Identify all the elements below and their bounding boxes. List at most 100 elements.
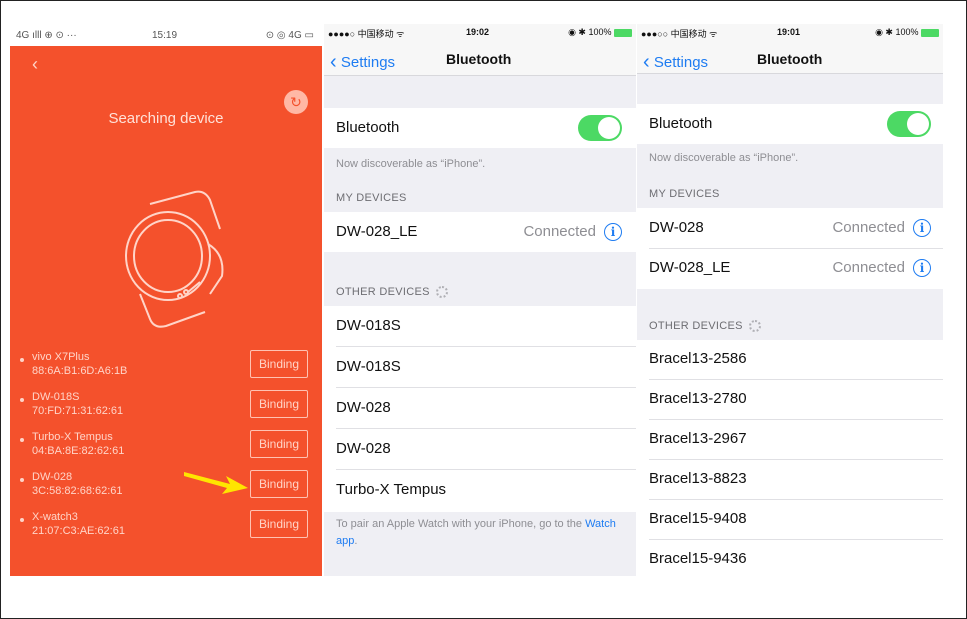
other-devices-header: OTHER DEVICES [336, 286, 448, 299]
other-device-row[interactable]: DW-028 [336, 399, 391, 416]
loading-spinner-icon [435, 286, 448, 299]
info-icon[interactable]: i [913, 259, 931, 277]
bluetooth-toggle[interactable] [578, 115, 622, 141]
bluetooth-toggle[interactable] [887, 111, 931, 137]
separator [336, 469, 636, 470]
device-row: Turbo-X Tempus 04:BA:8E:82:62:61 Binding [10, 430, 322, 466]
device-mac: 88:6A:B1:6D:A6:1B [32, 365, 128, 377]
other-devices-header: OTHER DEVICES [649, 320, 761, 333]
battery-icon [921, 28, 939, 37]
device-mac: 04:BA:8E:82:62:61 [32, 445, 125, 457]
yellow-arrow-icon [184, 472, 248, 494]
device-name: X-watch3 [32, 511, 78, 523]
bullet-icon [20, 398, 24, 402]
my-devices-header: MY DEVICES [649, 188, 720, 200]
status-battery: ◉ ✱ 100% [875, 27, 939, 38]
discoverable-note: Now discoverable as “iPhone”. [649, 152, 799, 164]
ios-bluetooth-screen-2: ●●●○○ 中国移动 ᯤ 19:01 ◉ ✱ 100% ‹ Settings B… [637, 24, 943, 576]
navigation-bar: ‹ Settings Bluetooth [324, 42, 636, 76]
other-devices-label: OTHER DEVICES [336, 286, 430, 298]
bullet-icon [20, 438, 24, 442]
bullet-icon [20, 518, 24, 522]
bullet-icon [20, 358, 24, 362]
status-bar: ●●●○○ 中国移动 ᯤ 19:01 ◉ ✱ 100% [637, 24, 943, 42]
battery-text: ◉ ✱ 100% [875, 27, 919, 37]
device-mac: 3C:58:82:68:62:61 [32, 485, 123, 497]
device-row: DW-018S 70:FD:71:31:62:61 Binding [10, 390, 322, 426]
footer-end: . [354, 535, 358, 547]
binding-button[interactable]: Binding [250, 510, 308, 538]
page-title: Searching device [108, 110, 224, 127]
device-row: X-watch3 21:07:C3:AE:62:61 Binding [10, 510, 322, 546]
status-left: 4G ılll ⊕ ⊙ ··· [16, 30, 77, 41]
my-device-row[interactable]: DW-028_LE Connected i [324, 212, 636, 252]
other-devices-list: Bracel13-2586 Bracel13-2780 Bracel13-296… [637, 340, 943, 576]
binding-button[interactable]: Binding [250, 430, 308, 458]
back-label: Settings [653, 54, 709, 71]
binding-button[interactable]: Binding [250, 470, 308, 498]
binding-button[interactable]: Binding [250, 350, 308, 378]
discoverable-note: Now discoverable as “iPhone”. [336, 158, 486, 170]
smartwatch-icon [125, 190, 224, 328]
status-carrier: ●●●●○ 中国移动 ᯤ [328, 29, 405, 39]
device-name: Turbo-X Tempus [32, 431, 113, 443]
other-device-row[interactable]: Bracel13-8823 [649, 470, 747, 487]
status-right: ⊙ ◎ 4G ▭ [265, 30, 314, 41]
navigation-bar: ‹ Settings Bluetooth [637, 42, 943, 74]
back-label: Settings [340, 54, 396, 71]
bluetooth-label: Bluetooth [649, 115, 713, 132]
status-time: 15:19 [152, 30, 178, 41]
other-device-row[interactable]: Bracel15-9436 [649, 550, 747, 567]
status-carrier: ●●●○○ 中国移动 ᯤ [641, 29, 718, 39]
watch-pairing-note: To pair an Apple Watch with your iPhone,… [336, 516, 618, 550]
other-devices-label: OTHER DEVICES [649, 320, 743, 332]
chevron-left-icon: ‹ [330, 51, 337, 73]
separator [336, 428, 636, 429]
status-battery: ◉ ✱ 100% [568, 27, 632, 38]
device-name: DW-028 [32, 471, 73, 483]
chevron-left-icon: ‹ [643, 51, 650, 73]
my-devices-header: MY DEVICES [336, 192, 407, 204]
device-status: Connected [523, 223, 596, 240]
settings-back-button[interactable]: ‹ Settings [643, 50, 708, 73]
toggle-knob [598, 117, 620, 139]
binding-button[interactable]: Binding [250, 390, 308, 418]
separator [336, 346, 636, 347]
separator [336, 387, 636, 388]
other-device-row[interactable]: DW-018S [336, 358, 401, 375]
separator [649, 499, 943, 500]
other-device-row[interactable]: Bracel13-2780 [649, 390, 747, 407]
bullet-icon [20, 478, 24, 482]
info-icon[interactable]: i [913, 219, 931, 237]
footer-text: To pair an Apple Watch with your iPhone,… [336, 518, 586, 530]
device-name[interactable]: DW-028_LE [649, 259, 730, 276]
other-device-row[interactable]: Bracel13-2967 [649, 430, 747, 447]
page-title: Bluetooth [446, 51, 512, 67]
bluetooth-label: Bluetooth [336, 119, 400, 136]
separator [649, 539, 943, 540]
settings-back-button[interactable]: ‹ Settings [330, 50, 395, 73]
other-device-row[interactable]: Bracel15-9408 [649, 510, 747, 527]
other-device-row[interactable]: DW-018S [336, 317, 401, 334]
separator [649, 459, 943, 460]
device-name[interactable]: DW-028 [649, 219, 704, 236]
ios-bluetooth-screen-1: ●●●●○ 中国移动 ᯤ 19:02 ◉ ✱ 100% ‹ Settings B… [324, 24, 636, 576]
binding-app-screen: ‹ Searching device ↻ vivo X7Plus 88:6A:B… [10, 24, 322, 576]
other-device-row[interactable]: DW-028 [336, 440, 391, 457]
back-button[interactable]: ‹ [32, 54, 38, 75]
bluetooth-toggle-cell: Bluetooth [637, 104, 943, 144]
refresh-icon[interactable]: ↻ [284, 90, 308, 114]
device-row: DW-028 3C:58:82:68:62:61 Binding [10, 470, 322, 506]
loading-spinner-icon [748, 320, 761, 333]
status-bar: 4G ılll ⊕ ⊙ ··· 15:19 ⊙ ◎ 4G ▭ [10, 24, 322, 46]
other-device-row[interactable]: Turbo-X Tempus [336, 481, 446, 498]
status-time: 19:02 [466, 27, 490, 37]
device-name: vivo X7Plus [32, 351, 90, 363]
device-row: vivo X7Plus 88:6A:B1:6D:A6:1B Binding [10, 350, 322, 386]
device-name: DW-028_LE [336, 223, 418, 240]
other-device-row[interactable]: Bracel13-2586 [649, 350, 747, 367]
bluetooth-toggle-cell: Bluetooth [324, 108, 636, 148]
info-icon[interactable]: i [604, 223, 622, 241]
status-bar: ●●●●○ 中国移动 ᯤ 19:02 ◉ ✱ 100% [324, 24, 636, 42]
device-mac: 70:FD:71:31:62:61 [32, 405, 124, 417]
